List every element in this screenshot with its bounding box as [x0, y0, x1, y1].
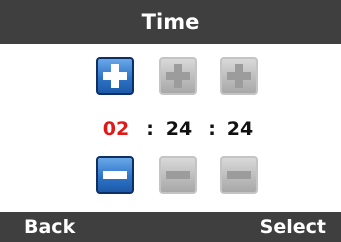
- hours-increment-button[interactable]: [96, 57, 134, 95]
- minutes-increment-button[interactable]: [159, 57, 197, 95]
- plus-icon: [103, 64, 127, 88]
- plus-icon: [227, 64, 251, 88]
- time-setting-screen: Time 02 : 24 : 24 Back Select: [0, 0, 341, 242]
- seconds-value[interactable]: 24: [220, 115, 260, 143]
- minutes-value[interactable]: 24: [159, 115, 199, 143]
- time-display: 02 : 24 : 24: [0, 115, 341, 143]
- hours-value[interactable]: 02: [96, 115, 136, 143]
- seconds-increment-button[interactable]: [220, 57, 258, 95]
- minus-icon: [166, 171, 190, 179]
- minus-icon: [103, 171, 127, 179]
- softkey-bar: Back Select: [0, 212, 341, 242]
- seconds-decrement-button[interactable]: [220, 156, 258, 194]
- colon-separator: :: [208, 118, 216, 140]
- select-softkey[interactable]: Select: [260, 212, 326, 242]
- hours-decrement-button[interactable]: [96, 156, 134, 194]
- minutes-decrement-button[interactable]: [159, 156, 197, 194]
- plus-icon: [166, 64, 190, 88]
- colon-separator: :: [146, 118, 154, 140]
- page-title: Time: [141, 10, 200, 34]
- title-bar: Time: [0, 0, 341, 44]
- minus-icon: [227, 171, 251, 179]
- back-softkey[interactable]: Back: [24, 212, 75, 242]
